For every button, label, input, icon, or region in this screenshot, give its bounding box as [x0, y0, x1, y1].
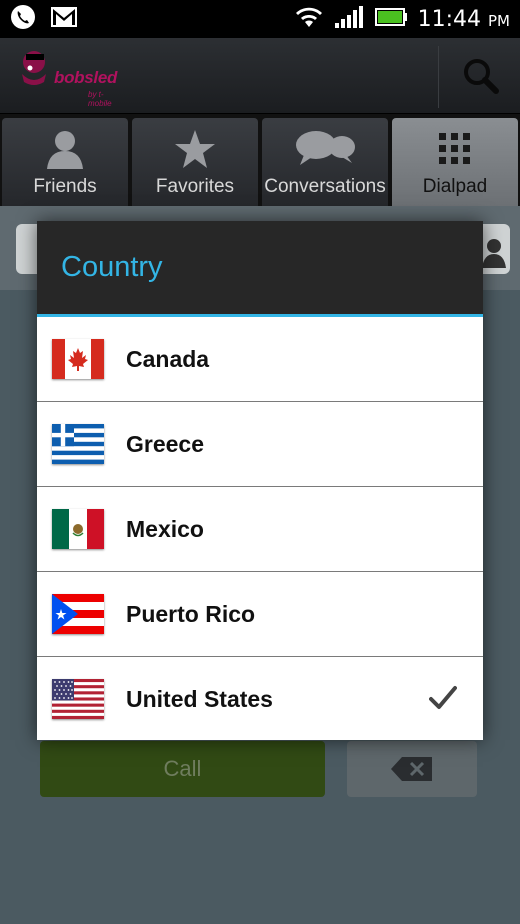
phone-icon	[10, 4, 36, 34]
country-name: United States	[126, 685, 273, 712]
country-option-canada[interactable]: Canada	[37, 317, 483, 402]
country-name: Puerto Rico	[126, 600, 256, 627]
gmail-icon	[50, 6, 78, 32]
country-option-greece[interactable]: Greece	[37, 402, 483, 487]
status-right: 11:44 PM	[294, 5, 510, 33]
battery-icon	[374, 7, 408, 31]
logo-subtext: by t-mobile	[88, 90, 112, 108]
tab-label: Favorites	[155, 176, 235, 197]
clock-ampm: PM	[488, 11, 510, 30]
clock-time: 11:44	[417, 6, 481, 32]
us-flag-icon	[52, 679, 104, 719]
tab-conversations[interactable]: Conversations	[262, 118, 388, 206]
search-icon	[464, 59, 499, 94]
dialog-header: Country	[37, 221, 483, 317]
call-label: Call	[163, 756, 202, 781]
tab-friends[interactable]: Friends	[2, 118, 128, 206]
country-name: Mexico	[126, 515, 204, 542]
tab-label: Dialpad	[422, 176, 488, 197]
star-icon	[174, 128, 216, 170]
chat-bubbles-icon	[292, 128, 358, 170]
country-option-puerto-rico[interactable]: Puerto Rico	[37, 572, 483, 657]
tab-favorites[interactable]: Favorites	[132, 118, 258, 206]
country-option-united-states[interactable]: United States	[37, 657, 483, 741]
app-bar: bobsled by t-mobile	[0, 38, 520, 114]
signal-icon	[334, 5, 364, 33]
wifi-icon	[294, 5, 324, 33]
dialpad-icon	[438, 128, 472, 170]
tab-dialpad[interactable]: Dialpad	[392, 118, 518, 206]
greece-flag-icon	[52, 424, 104, 464]
country-name: Greece	[126, 430, 205, 457]
country-option-mexico[interactable]: Mexico	[37, 487, 483, 572]
app-logo: bobsled by t-mobile	[16, 46, 126, 108]
status-time: 11:44 PM	[418, 7, 510, 32]
person-icon	[43, 128, 87, 170]
puerto-rico-flag-icon	[52, 594, 104, 634]
canada-flag-icon	[52, 339, 104, 379]
logo-text: bobsled	[54, 68, 118, 87]
tab-bar: Friends Favorites Conversations Dialpad	[0, 114, 520, 206]
country-list: Canada Greece Mexico Puerto Rico United …	[37, 317, 483, 741]
status-left	[10, 4, 78, 34]
divider	[438, 46, 439, 108]
dialog-title: Country	[61, 251, 163, 283]
country-dialog: Country Canada Greece Mexico Puerto Rico…	[37, 221, 483, 740]
search-button[interactable]	[442, 38, 520, 114]
tab-label: Friends	[33, 176, 97, 197]
call-button[interactable]: Call	[40, 741, 325, 797]
mexico-flag-icon	[52, 509, 104, 549]
status-bar: 11:44 PM	[0, 0, 520, 38]
backspace-button[interactable]	[347, 741, 477, 797]
country-name: Canada	[126, 345, 210, 372]
tab-label: Conversations	[264, 176, 386, 197]
bobsled-logo-icon	[22, 51, 46, 85]
checkmark-icon	[429, 686, 457, 709]
backspace-icon	[391, 757, 432, 781]
